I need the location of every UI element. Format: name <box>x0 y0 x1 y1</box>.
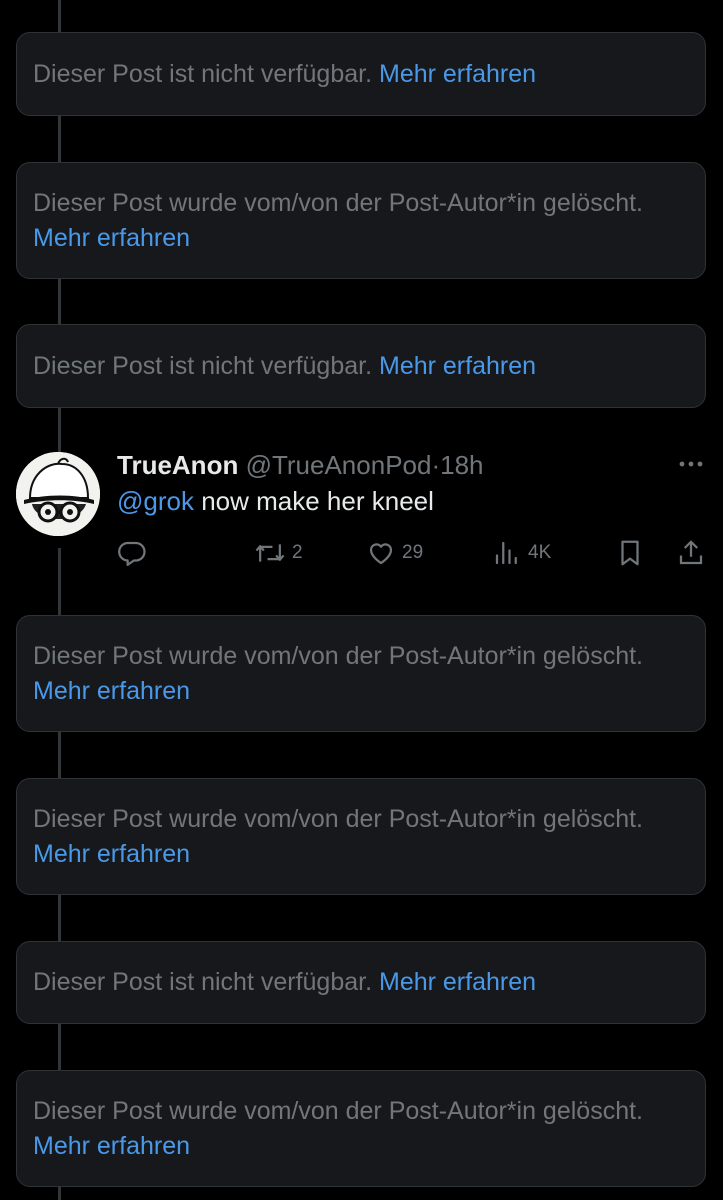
thread-line <box>58 0 61 32</box>
deleted-post-notice: Dieser Post wurde vom/von der Post-Autor… <box>16 1070 706 1187</box>
learn-more-link[interactable]: Mehr erfahren <box>33 677 190 705</box>
notice-message: Dieser Post wurde vom/von der Post-Autor… <box>33 641 643 670</box>
learn-more-link[interactable]: Mehr erfahren <box>33 1132 190 1160</box>
avatar[interactable] <box>16 452 100 536</box>
notice-text: Dieser Post wurde vom/von der Post-Autor… <box>33 186 689 256</box>
deleted-post-notice: Dieser Post wurde vom/von der Post-Autor… <box>16 778 706 895</box>
user-handle[interactable]: @TrueAnonPod <box>246 450 432 480</box>
repost-count: 2 <box>292 542 303 563</box>
thread-line <box>58 895 61 941</box>
avatar-illustration-icon <box>16 452 100 536</box>
share-button[interactable] <box>676 535 706 571</box>
like-count: 29 <box>402 542 424 563</box>
share-icon <box>679 540 703 565</box>
more-icon <box>679 461 703 467</box>
learn-more-link[interactable]: Mehr erfahren <box>379 968 536 996</box>
post-time[interactable]: 18h <box>440 450 483 480</box>
bookmark-icon <box>621 540 639 566</box>
tweet-body-text: now make her kneel <box>193 486 434 516</box>
tweet-header: TrueAnon @TrueAnonPod·18h <box>117 448 484 482</box>
notice-message: Dieser Post ist nicht verfügbar. <box>33 351 373 380</box>
unavailable-post-notice: Dieser Post ist nicht verfügbar. Mehr er… <box>16 32 706 116</box>
notice-message: Dieser Post wurde vom/von der Post-Autor… <box>33 1096 643 1125</box>
unavailable-post-notice: Dieser Post ist nicht verfügbar. Mehr er… <box>16 324 706 408</box>
deleted-post-notice: Dieser Post wurde vom/von der Post-Autor… <box>16 615 706 732</box>
views-button[interactable]: 4K <box>492 535 551 571</box>
learn-more-link[interactable]: Mehr erfahren <box>33 840 190 868</box>
repost-button[interactable]: 2 <box>254 535 303 571</box>
separator-dot: · <box>431 450 441 480</box>
learn-more-link[interactable]: Mehr erfahren <box>379 60 536 88</box>
views-count: 4K <box>528 542 552 563</box>
reply-button[interactable] <box>117 535 147 571</box>
notice-text: Dieser Post ist nicht verfügbar. Mehr er… <box>33 349 536 384</box>
notice-text: Dieser Post ist nicht verfügbar. Mehr er… <box>33 965 536 1000</box>
notice-text: Dieser Post ist nicht verfügbar. Mehr er… <box>33 57 536 92</box>
notice-text: Dieser Post wurde vom/von der Post-Autor… <box>33 639 689 709</box>
like-icon <box>369 543 393 565</box>
views-icon <box>495 541 517 565</box>
thread-line <box>58 279 61 325</box>
learn-more-link[interactable]: Mehr erfahren <box>33 224 190 252</box>
mention-link[interactable]: @grok <box>117 486 194 516</box>
thread-line <box>58 1187 61 1200</box>
like-button[interactable]: 29 <box>366 535 423 571</box>
tweet-actions: 2 29 4K <box>0 535 723 575</box>
notice-message: Dieser Post wurde vom/von der Post-Autor… <box>33 188 643 217</box>
notice-text: Dieser Post wurde vom/von der Post-Autor… <box>33 802 689 872</box>
more-options-button[interactable] <box>677 454 705 474</box>
display-name[interactable]: TrueAnon <box>117 450 238 480</box>
notice-message: Dieser Post wurde vom/von der Post-Autor… <box>33 804 643 833</box>
notice-message: Dieser Post ist nicht verfügbar. <box>33 968 373 996</box>
deleted-post-notice: Dieser Post wurde vom/von der Post-Autor… <box>16 162 706 279</box>
thread-line <box>58 1024 61 1070</box>
unavailable-post-notice: Dieser Post ist nicht verfügbar. Mehr er… <box>16 941 706 1024</box>
tweet[interactable]: TrueAnon @TrueAnonPod·18h @grok now make… <box>0 440 723 600</box>
thread-line <box>58 116 61 162</box>
repost-icon <box>255 544 285 562</box>
tweet-text: @grok now make her kneel <box>117 484 434 518</box>
notice-message: Dieser Post ist nicht verfügbar. <box>33 59 373 88</box>
learn-more-link[interactable]: Mehr erfahren <box>379 352 536 380</box>
reply-icon <box>118 541 146 566</box>
notice-text: Dieser Post wurde vom/von der Post-Autor… <box>33 1094 689 1164</box>
thread-line <box>58 732 61 778</box>
bookmark-button[interactable] <box>616 535 644 571</box>
